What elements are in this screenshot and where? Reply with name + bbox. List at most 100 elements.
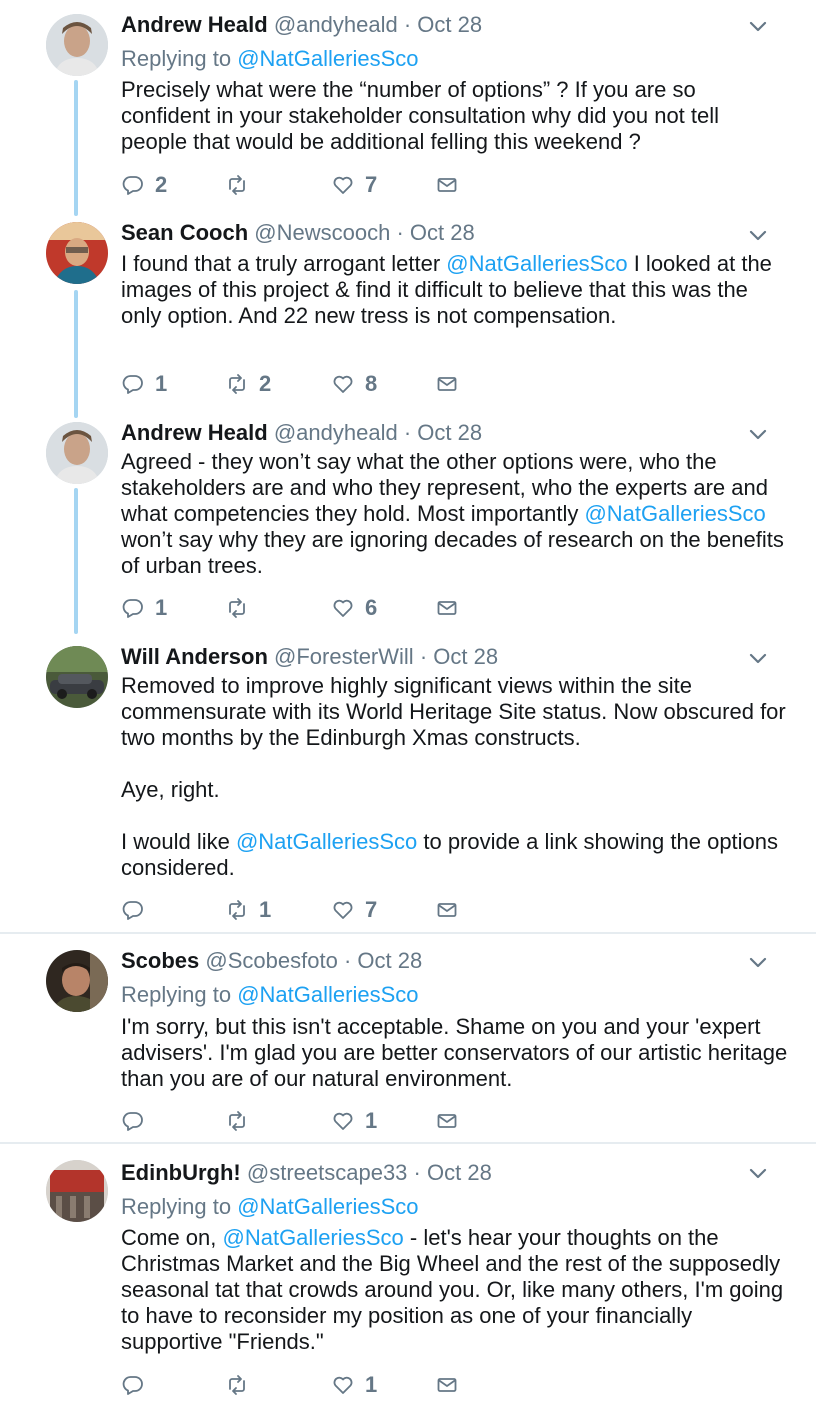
direct-message-button[interactable] bbox=[435, 1106, 469, 1136]
reply-button[interactable]: 2 bbox=[121, 170, 167, 200]
like-button[interactable]: 1 bbox=[331, 1370, 377, 1400]
retweet-button[interactable] bbox=[225, 1106, 259, 1136]
author-handle[interactable]: @andyheald bbox=[274, 12, 398, 37]
tweet-text-segment: Removed to improve highly significant vi… bbox=[121, 673, 786, 750]
direct-message-button[interactable] bbox=[435, 1370, 469, 1400]
reply-button[interactable] bbox=[121, 895, 155, 925]
like-button[interactable]: 7 bbox=[331, 170, 377, 200]
retweet-icon bbox=[225, 1109, 259, 1133]
mention-link[interactable]: @NatGalleriesSco bbox=[584, 501, 765, 526]
avatar[interactable] bbox=[46, 1160, 108, 1222]
envelope-icon bbox=[435, 372, 469, 396]
retweet-button[interactable] bbox=[225, 593, 259, 623]
tweet[interactable]: Scobes @Scobesfoto · Oct 28 Replying to … bbox=[0, 934, 816, 1142]
mention-link[interactable]: @NatGalleriesSco bbox=[237, 46, 418, 71]
author-name[interactable]: Scobes bbox=[121, 948, 199, 973]
retweet-button[interactable]: 1 bbox=[225, 895, 271, 925]
chevron-down-icon[interactable] bbox=[746, 950, 770, 974]
tweet-text-segment: I'm sorry, but this isn't acceptable. Sh… bbox=[121, 1014, 788, 1091]
author-name[interactable]: Will Anderson bbox=[121, 644, 268, 669]
author-name[interactable]: EdinbUrgh! bbox=[121, 1160, 241, 1185]
tweet-header: Sean Cooch @Newscooch · Oct 28 bbox=[121, 218, 475, 248]
avatar[interactable] bbox=[46, 14, 108, 76]
author-handle[interactable]: @Scobesfoto bbox=[205, 948, 337, 973]
tweet-header: Andrew Heald @andyheald · Oct 28 bbox=[121, 418, 482, 448]
replying-to: Replying to @NatGalleriesSco bbox=[121, 1192, 419, 1222]
envelope-icon bbox=[435, 1373, 469, 1397]
envelope-icon bbox=[435, 596, 469, 620]
avatar[interactable] bbox=[46, 950, 108, 1012]
reply-button[interactable]: 1 bbox=[121, 369, 167, 399]
direct-message-button[interactable] bbox=[435, 593, 469, 623]
chevron-down-icon[interactable] bbox=[746, 1161, 770, 1185]
envelope-icon bbox=[435, 898, 469, 922]
envelope-icon bbox=[435, 1109, 469, 1133]
timestamp[interactable]: Oct 28 bbox=[417, 420, 482, 445]
reply-button[interactable] bbox=[121, 1370, 155, 1400]
author-handle[interactable]: @ForesterWill bbox=[274, 644, 414, 669]
replying-label: Replying to bbox=[121, 982, 232, 1007]
reply-count: 2 bbox=[155, 172, 168, 197]
separator: · bbox=[403, 12, 412, 37]
tweet[interactable]: Andrew Heald @andyheald · Oct 28 Agreed … bbox=[0, 418, 816, 638]
avatar[interactable] bbox=[46, 646, 108, 708]
chevron-down-icon[interactable] bbox=[746, 223, 770, 247]
reply-icon bbox=[121, 173, 155, 197]
direct-message-button[interactable] bbox=[435, 170, 469, 200]
tweet-header: Will Anderson @ForesterWill · Oct 28 bbox=[121, 642, 498, 672]
tweet-text: Precisely what were the “number of optio… bbox=[121, 77, 791, 155]
tweet-header: Scobes @Scobesfoto · Oct 28 bbox=[121, 946, 422, 976]
like-count: 6 bbox=[365, 595, 378, 620]
like-button[interactable]: 6 bbox=[331, 593, 377, 623]
timestamp[interactable]: Oct 28 bbox=[417, 12, 482, 37]
tweet[interactable]: Will Anderson @ForesterWill · Oct 28 Rem… bbox=[0, 642, 816, 932]
author-handle[interactable]: @andyheald bbox=[274, 420, 398, 445]
tweet-text: I found that a truly arrogant letter @Na… bbox=[121, 251, 791, 329]
chevron-down-icon[interactable] bbox=[746, 646, 770, 670]
mention-link[interactable]: @NatGalleriesSco bbox=[223, 1225, 404, 1250]
mention-link[interactable]: @NatGalleriesSco bbox=[237, 982, 418, 1007]
timestamp[interactable]: Oct 28 bbox=[357, 948, 422, 973]
author-handle[interactable]: @streetscape33 bbox=[247, 1160, 408, 1185]
retweet-button[interactable] bbox=[225, 170, 259, 200]
author-handle[interactable]: @Newscooch bbox=[254, 220, 390, 245]
chevron-down-icon[interactable] bbox=[746, 422, 770, 446]
tweet[interactable]: EdinbUrgh! @streetscape33 · Oct 28 Reply… bbox=[0, 1144, 816, 1404]
retweet-count: 2 bbox=[259, 371, 272, 396]
separator: · bbox=[419, 644, 428, 669]
replying-to: Replying to @NatGalleriesSco bbox=[121, 44, 419, 74]
avatar[interactable] bbox=[46, 222, 108, 284]
tweet-header: EdinbUrgh! @streetscape33 · Oct 28 bbox=[121, 1158, 492, 1188]
author-name[interactable]: Andrew Heald bbox=[121, 12, 268, 37]
author-name[interactable]: Sean Cooch bbox=[121, 220, 248, 245]
direct-message-button[interactable] bbox=[435, 369, 469, 399]
retweet-icon bbox=[225, 173, 259, 197]
reply-button[interactable]: 1 bbox=[121, 593, 167, 623]
timestamp[interactable]: Oct 28 bbox=[410, 220, 475, 245]
retweet-button[interactable] bbox=[225, 1370, 259, 1400]
mention-link[interactable]: @NatGalleriesSco bbox=[237, 1194, 418, 1219]
like-button[interactable]: 8 bbox=[331, 369, 377, 399]
heart-icon bbox=[331, 898, 365, 922]
like-button[interactable]: 7 bbox=[331, 895, 377, 925]
heart-icon bbox=[331, 1109, 365, 1133]
reply-count: 1 bbox=[155, 371, 168, 396]
timestamp[interactable]: Oct 28 bbox=[427, 1160, 492, 1185]
timestamp[interactable]: Oct 28 bbox=[433, 644, 498, 669]
reply-icon bbox=[121, 372, 155, 396]
like-button[interactable]: 1 bbox=[331, 1106, 377, 1136]
mention-link[interactable]: @NatGalleriesSco bbox=[446, 251, 627, 276]
mention-link[interactable]: @NatGalleriesSco bbox=[236, 829, 417, 854]
avatar[interactable] bbox=[46, 422, 108, 484]
like-count: 7 bbox=[365, 897, 378, 922]
author-name[interactable]: Andrew Heald bbox=[121, 420, 268, 445]
retweet-button[interactable]: 2 bbox=[225, 369, 271, 399]
retweet-icon bbox=[225, 372, 259, 396]
reply-button[interactable] bbox=[121, 1106, 155, 1136]
direct-message-button[interactable] bbox=[435, 895, 469, 925]
tweet[interactable]: Andrew Heald @andyheald · Oct 28 Replyin… bbox=[0, 0, 816, 210]
tweet-text-segment: Precisely what were the “number of optio… bbox=[121, 77, 720, 154]
tweet[interactable]: Sean Cooch @Newscooch · Oct 28 I found t… bbox=[0, 210, 816, 410]
chevron-down-icon[interactable] bbox=[746, 14, 770, 38]
tweet-text-segment: I would like bbox=[121, 829, 236, 854]
